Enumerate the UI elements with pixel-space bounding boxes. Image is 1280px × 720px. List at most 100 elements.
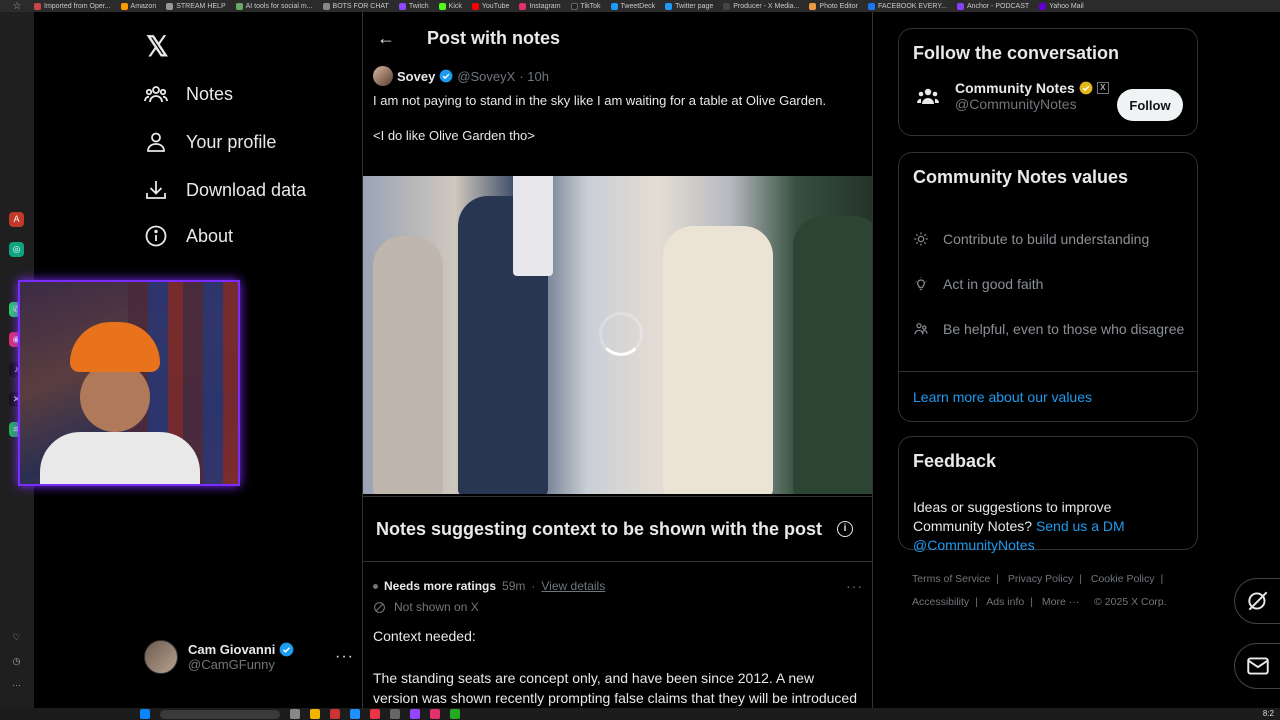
- grok-icon: [1247, 591, 1267, 611]
- lightbulb-icon: [913, 231, 929, 247]
- taskbar-app-icon[interactable]: [370, 709, 380, 719]
- account-name[interactable]: Community Notes: [955, 80, 1075, 96]
- info-icon: [144, 224, 168, 248]
- grok-button[interactable]: [1234, 578, 1280, 624]
- bookmark-icon: [519, 2, 527, 10]
- feedback-card: Feedback Ideas or suggestions to improve…: [898, 436, 1198, 553]
- chat-app-icon[interactable]: ◎: [9, 242, 24, 257]
- post-author-handle[interactable]: @SoveyX: [457, 69, 515, 84]
- post-timestamp[interactable]: · 10h: [519, 69, 549, 84]
- people-icon: [144, 82, 168, 106]
- bookmark-item[interactable]: TikTok: [570, 2, 601, 10]
- taskbar-app-icon[interactable]: [430, 709, 440, 719]
- bookmark-item[interactable]: FACEBOOK EVERY...: [867, 2, 947, 10]
- nav-item-about[interactable]: About: [144, 224, 233, 248]
- bookmark-icon: [166, 2, 174, 10]
- post-author-name[interactable]: Sovey: [397, 69, 435, 84]
- note-body: The standing seats are concept only, and…: [373, 670, 858, 706]
- note-age: 59m: [502, 579, 526, 593]
- bookmark-icon: [398, 2, 406, 10]
- bookmark-icon: [34, 2, 41, 10]
- bookmark-item[interactable]: YouTube: [471, 2, 509, 10]
- bookmark-icon: [723, 2, 731, 10]
- download-icon: [144, 178, 168, 202]
- view-details-link[interactable]: View details: [541, 579, 605, 593]
- avatar: [144, 640, 178, 674]
- footer-link[interactable]: Accessibility: [912, 596, 969, 608]
- mail-icon: [1246, 657, 1269, 675]
- bookmark-item[interactable]: AI tools for social m...: [235, 2, 313, 10]
- taskbar-app-icon[interactable]: [410, 709, 420, 719]
- bookmark-item[interactable]: Yahoo Mail: [1039, 2, 1084, 10]
- bookmark-item[interactable]: Imported from Oper...: [34, 2, 111, 10]
- bookmark-item[interactable]: Instagram: [519, 2, 561, 10]
- clock: 8:2: [1262, 709, 1274, 718]
- streamer-image: [40, 322, 200, 484]
- messages-button[interactable]: [1234, 643, 1280, 689]
- bookmark-item[interactable]: STREAM HELP: [166, 2, 226, 10]
- account-handle: @CamGFunny: [188, 657, 275, 672]
- bookmark-item[interactable]: Twitter page: [665, 2, 713, 10]
- lightbulb-icon: [913, 276, 929, 292]
- loading-spinner-icon: [599, 312, 643, 356]
- community-note: Needs more ratings 59m · View details ··…: [373, 578, 863, 708]
- footer-link[interactable]: More ···: [1042, 596, 1079, 608]
- learn-more-link[interactable]: Learn more about our values: [913, 389, 1092, 405]
- account-name: Cam Giovanni: [188, 642, 276, 657]
- post-video[interactable]: [363, 176, 872, 494]
- footer-link[interactable]: Cookie Policy: [1091, 573, 1155, 585]
- post-avatar[interactable]: [373, 66, 393, 86]
- value-item: Contribute to build understanding: [913, 231, 1149, 247]
- bookmark-item[interactable]: Twitch: [398, 2, 429, 10]
- follow-button[interactable]: Follow: [1117, 89, 1183, 121]
- taskbar-app-icon[interactable]: [390, 709, 400, 719]
- nav-item-notes[interactable]: Notes: [144, 82, 233, 106]
- more-options-icon[interactable]: ···: [335, 648, 354, 666]
- taskbar-search[interactable]: [160, 709, 280, 719]
- nav-item-profile[interactable]: Your profile: [144, 130, 276, 154]
- bookmark-item[interactable]: Producer - X Media...: [723, 2, 799, 10]
- star-icon[interactable]: ☆: [0, 1, 34, 12]
- app-shortcut-icon[interactable]: A: [9, 212, 24, 227]
- bookmark-item[interactable]: Amazon: [120, 2, 156, 10]
- card-title: Community Notes values: [913, 167, 1129, 187]
- bookmarks-bar: ☆ Imported from Oper... Amazon STREAM HE…: [0, 0, 1280, 12]
- account-switcher[interactable]: Cam Giovanni @CamGFunny ···: [144, 640, 354, 674]
- verified-badge-icon: [280, 642, 294, 657]
- folder-icon[interactable]: [310, 709, 320, 719]
- not-shown-icon: [374, 601, 385, 613]
- taskbar-app-icon[interactable]: [290, 709, 300, 719]
- x-logo[interactable]: 𝕏: [146, 30, 169, 63]
- more-icon[interactable]: ···: [9, 678, 24, 693]
- main-column: ← Post with notes Sovey @SoveyX · 10h I …: [362, 12, 873, 708]
- bookmark-item[interactable]: Kick: [438, 2, 462, 10]
- taskbar-app-icon[interactable]: [330, 709, 340, 719]
- footer-link[interactable]: Privacy Policy: [1008, 573, 1073, 585]
- post-text-second-line: <I do like Olive Garden tho>: [373, 128, 535, 143]
- account-handle[interactable]: @CommunityNotes: [955, 96, 1109, 112]
- bookmark-icon: [120, 2, 128, 10]
- nav-item-download-data[interactable]: Download data: [144, 178, 306, 202]
- back-arrow-icon[interactable]: ←: [377, 28, 395, 49]
- heart-icon[interactable]: ♡: [9, 630, 24, 645]
- bookmark-icon: [809, 2, 817, 10]
- bookmark-item[interactable]: Photo Editor: [809, 2, 858, 10]
- bookmark-item[interactable]: BOTS FOR CHAT: [322, 2, 389, 10]
- bookmark-icon: [665, 2, 673, 10]
- nav-label: Your profile: [186, 131, 277, 152]
- history-icon[interactable]: ◷: [9, 654, 24, 669]
- value-item: Act in good faith: [913, 276, 1043, 292]
- post[interactable]: Sovey @SoveyX · 10h I am not paying to s…: [363, 66, 872, 143]
- footer-links: Terms of Service | Privacy Policy | Cookie…: [912, 573, 1167, 608]
- footer-link[interactable]: Ads info: [986, 596, 1024, 608]
- note-more-icon[interactable]: ···: [846, 578, 863, 594]
- footer-link[interactable]: Terms of Service: [912, 573, 990, 585]
- notes-section-title: Notes suggesting context to be shown wit…: [376, 518, 823, 539]
- taskbar-app-icon[interactable]: [450, 709, 460, 719]
- start-icon[interactable]: [140, 709, 150, 719]
- taskbar-app-icon[interactable]: [350, 709, 360, 719]
- bookmark-item[interactable]: Anchor - PODCAST: [956, 2, 1029, 10]
- info-icon[interactable]: i: [837, 521, 853, 537]
- community-notes-icon[interactable]: [913, 81, 943, 111]
- bookmark-item[interactable]: TweetDeck: [610, 2, 655, 10]
